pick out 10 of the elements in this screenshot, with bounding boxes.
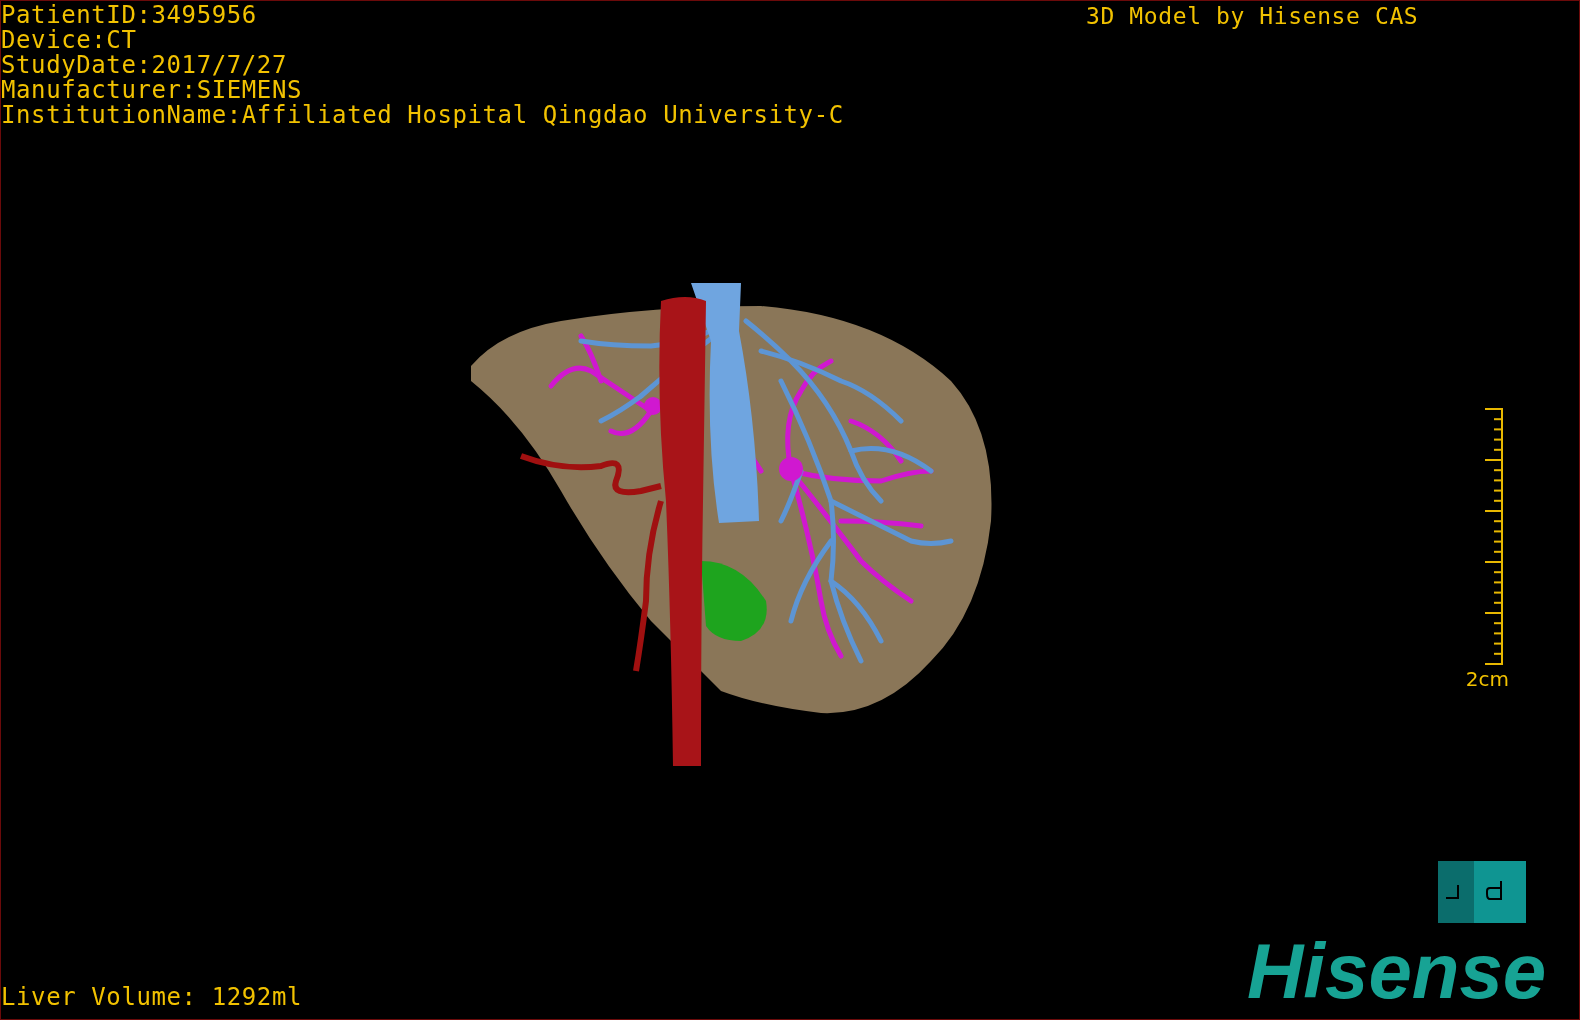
brand-logo: Hisense <box>1247 931 1547 1011</box>
study-info-text: InstitutionName:Affiliated Hospital Qingdao University-C <box>1 103 844 128</box>
model-credit-text: 3D Model by Hisense CAS <box>1086 3 1419 29</box>
study-info-text: Device:CT <box>1 28 138 53</box>
study-info-text: StudyDate:2017/7/27 <box>1 53 287 78</box>
scale-label: 2cm <box>1465 668 1509 690</box>
study-info-text: Manufacturer:SIEMENS <box>1 78 303 103</box>
orientation-cube-icon[interactable] <box>1438 861 1526 923</box>
study-info-text: PatientID:3495956 <box>1 3 258 28</box>
liver-volume-text: Liver Volume: 1292ml <box>1 984 302 1010</box>
